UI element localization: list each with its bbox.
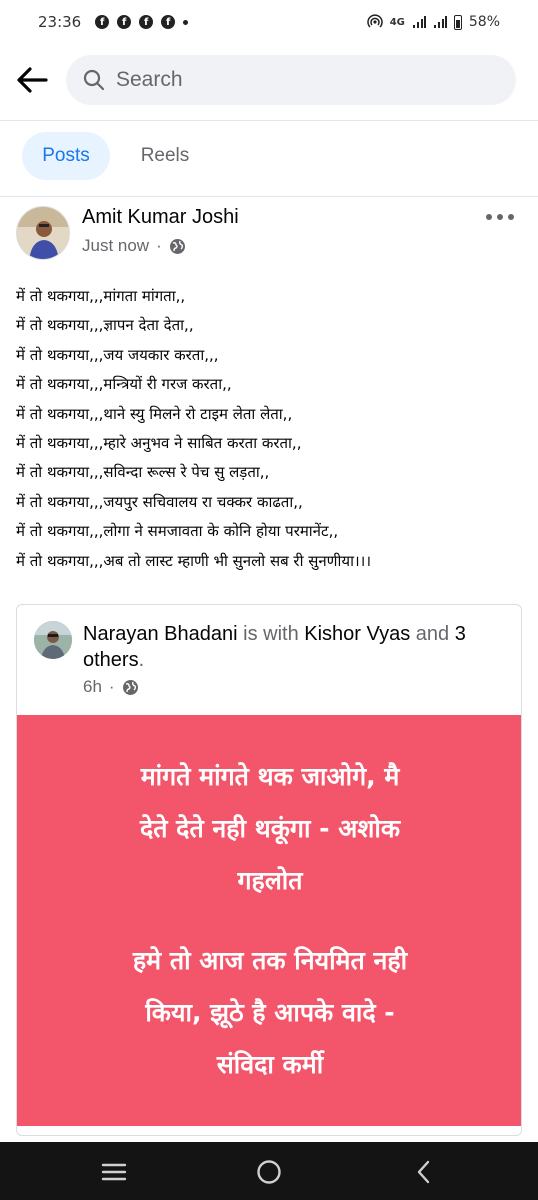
recent-apps-icon (101, 1163, 127, 1181)
post-timestamp: Just now (82, 236, 150, 255)
post-text-line: में तो थकगया,,,ज्ञापन देता देता,, (16, 316, 194, 335)
post-meta: Just now · (82, 236, 186, 256)
avatar-photo (17, 207, 69, 259)
status-bar: 23:36 f f f f 4G 58% (0, 0, 538, 44)
facebook-notification-icon: f (139, 15, 154, 29)
post-text-line: में तो थकगया,,,म्हारे अनुभव ने साबित करत… (16, 434, 302, 453)
banner-text-line: मांगते मांगते थक जाओगे, मै (140, 761, 400, 791)
banner-text-line: किया, झूठे है आपके वादे - (145, 997, 395, 1027)
facebook-notification-icon: f (95, 15, 110, 29)
system-navigation-bar (0, 1142, 538, 1200)
shared-author-name[interactable]: Narayan Bhadani (83, 623, 238, 645)
search-bar[interactable] (66, 55, 516, 105)
post-text-line: में तो थकगया,,,थाने स्यु मिलने रो टाइम ल… (16, 404, 293, 423)
more-notifications-icon (183, 19, 189, 25)
hotspot-icon (367, 14, 383, 28)
text-banner: मांगते मांगते थक जाओगे, मै देते देते नही… (17, 715, 521, 1126)
battery-level: 58% (468, 14, 500, 30)
post-text-line: में तो थकगया,,,मन्त्रियों री गरज करता,, (16, 375, 232, 394)
facebook-notification-icon: f (161, 15, 176, 29)
tab-reels[interactable]: Reels (120, 132, 210, 180)
network-type: 4G (389, 16, 405, 28)
banner-text-line: हमे तो आज तक नियमित नही (132, 945, 408, 975)
post-text-line: में तो थकगया,,,जयपुर सचिवालय रा चक्कर का… (16, 492, 303, 511)
header-divider (0, 120, 538, 121)
battery-icon (453, 14, 462, 30)
meta-separator: · (108, 677, 115, 696)
search-input[interactable] (116, 68, 476, 92)
status-right: 4G 58% (367, 14, 500, 30)
post-text-line: में तो थकगया,,,अब तो लास्ट म्हाणी भी सुन… (16, 551, 372, 570)
shared-post-header: Narayan Bhadani is with Kishor Vyas and … (83, 621, 503, 673)
banner-text-line: गहलोत (237, 865, 303, 895)
home-button[interactable] (253, 1156, 285, 1188)
signal-icon (412, 16, 426, 28)
post-body: में तो थकगया,,,मांगता मांगता,, में तो थक… (16, 282, 532, 576)
globe-icon (169, 238, 185, 254)
system-back-button[interactable] (408, 1156, 440, 1188)
search-icon (83, 69, 105, 91)
tagged-user-name[interactable]: Kishor Vyas (304, 623, 410, 645)
signal-icon (433, 16, 447, 28)
facebook-notification-icon: f (117, 15, 132, 29)
meta-separator: · (156, 236, 162, 255)
post-text-line: में तो थकगया,,,सविन्दा रूल्स रे पेच सु ल… (16, 463, 270, 482)
post-text-line: में तो थकगया,,,मांगता मांगता,, (16, 287, 186, 305)
home-circle-icon (257, 1160, 281, 1184)
and-text: and (415, 623, 450, 645)
post-text-line: में तो थकगया,,,जय जयकार करता,,, (16, 345, 219, 364)
author-avatar[interactable] (16, 206, 70, 260)
post-more-options-button[interactable] (486, 212, 514, 222)
dot-icon (486, 214, 492, 220)
dot-icon (508, 214, 514, 220)
post-text-line: में तो थकगया,,,लोगा ने समजावता के कोनि ह… (16, 522, 339, 541)
back-button[interactable] (14, 64, 50, 96)
shared-post-timestamp: 6h (83, 677, 102, 696)
shared-post-meta: 6h · (83, 677, 139, 697)
banner-text-line: संविदा कर्मी (216, 1049, 324, 1079)
tabs-divider (0, 196, 538, 197)
search-header (0, 52, 538, 108)
shared-post-card[interactable]: Narayan Bhadani is with Kishor Vyas and … (16, 604, 522, 1136)
dot-icon (497, 214, 503, 220)
globe-icon (122, 679, 138, 695)
recent-apps-button[interactable] (98, 1156, 130, 1188)
header-period: . (138, 649, 145, 671)
status-time: 23:36 (38, 13, 82, 31)
content-tabs: Posts Reels (0, 132, 538, 182)
post-author-name[interactable]: Amit Kumar Joshi (82, 206, 239, 229)
chevron-left-icon (417, 1160, 430, 1184)
avatar-photo (34, 621, 72, 659)
with-text: is with (243, 623, 299, 645)
banner-text-line: देते देते नही थकूंगा - अशोक (139, 813, 401, 843)
back-arrow-icon (17, 67, 48, 93)
shared-author-avatar[interactable] (34, 621, 72, 659)
status-left: 23:36 f f f f (38, 13, 189, 31)
tab-posts[interactable]: Posts (22, 132, 110, 180)
